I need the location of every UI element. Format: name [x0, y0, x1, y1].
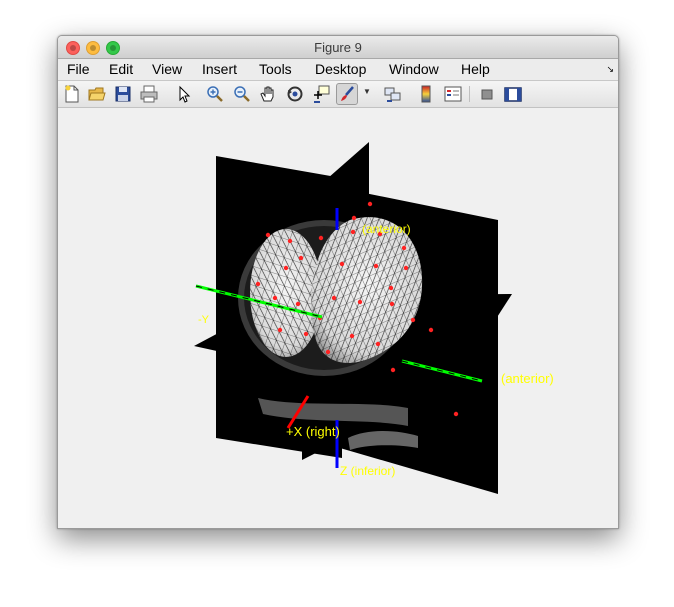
brain-left-mesh — [250, 229, 322, 357]
brush-icon[interactable] — [336, 83, 358, 105]
menu-insert[interactable]: Insert — [202, 61, 237, 77]
figure-canvas[interactable]: (anterior) (anterior) +X (right) Z (infe… — [58, 108, 618, 528]
window-title: Figure 9 — [314, 40, 362, 55]
data-cursor-icon[interactable] — [311, 84, 331, 104]
dock-arrow-icon[interactable]: ↘ — [606, 64, 614, 75]
label-anterior-top: (anterior) — [362, 222, 411, 236]
new-figure-icon[interactable] — [62, 84, 82, 104]
rotate-3d-icon[interactable] — [285, 84, 305, 104]
save-icon[interactable] — [113, 84, 133, 104]
figure-toolbar: ▼ — [58, 81, 618, 108]
menu-tools[interactable]: Tools — [259, 61, 292, 77]
hide-plot-tools-icon[interactable] — [477, 84, 497, 104]
menu-window[interactable]: Window — [389, 61, 439, 77]
menu-desktop[interactable]: Desktop — [315, 61, 366, 77]
menu-edit[interactable]: Edit — [109, 61, 133, 77]
show-plot-tools-icon[interactable] — [503, 84, 523, 104]
print-icon[interactable] — [139, 84, 159, 104]
label-z-inferior: Z (inferior) — [340, 464, 395, 478]
edit-plot-pointer-icon[interactable] — [174, 84, 194, 104]
label-x-right: +X (right) — [286, 424, 340, 439]
pan-hand-icon[interactable] — [258, 84, 278, 104]
brain-3d-axes[interactable]: (anterior) (anterior) +X (right) Z (infe… — [58, 108, 618, 528]
zoom-out-icon[interactable] — [232, 84, 252, 104]
toolbar-separator — [469, 86, 470, 102]
label-anterior-right: (anterior) — [501, 371, 554, 386]
open-file-icon[interactable] — [87, 84, 107, 104]
figure-window: Figure 9 File Edit View Insert Tools Des… — [57, 35, 619, 529]
menu-file[interactable]: File — [67, 61, 90, 77]
insert-colorbar-icon[interactable] — [417, 84, 437, 104]
link-plot-icon[interactable] — [383, 84, 403, 104]
menu-help[interactable]: Help — [461, 61, 490, 77]
label-y-left: -Y — [198, 314, 210, 326]
menu-bar: File Edit View Insert Tools Desktop Wind… — [58, 59, 618, 81]
zoom-in-icon[interactable] — [205, 84, 225, 104]
title-bar[interactable]: Figure 9 — [58, 36, 618, 59]
menu-view[interactable]: View — [152, 61, 182, 77]
brush-dropdown-icon[interactable]: ▼ — [363, 87, 371, 96]
insert-legend-icon[interactable] — [443, 84, 463, 104]
